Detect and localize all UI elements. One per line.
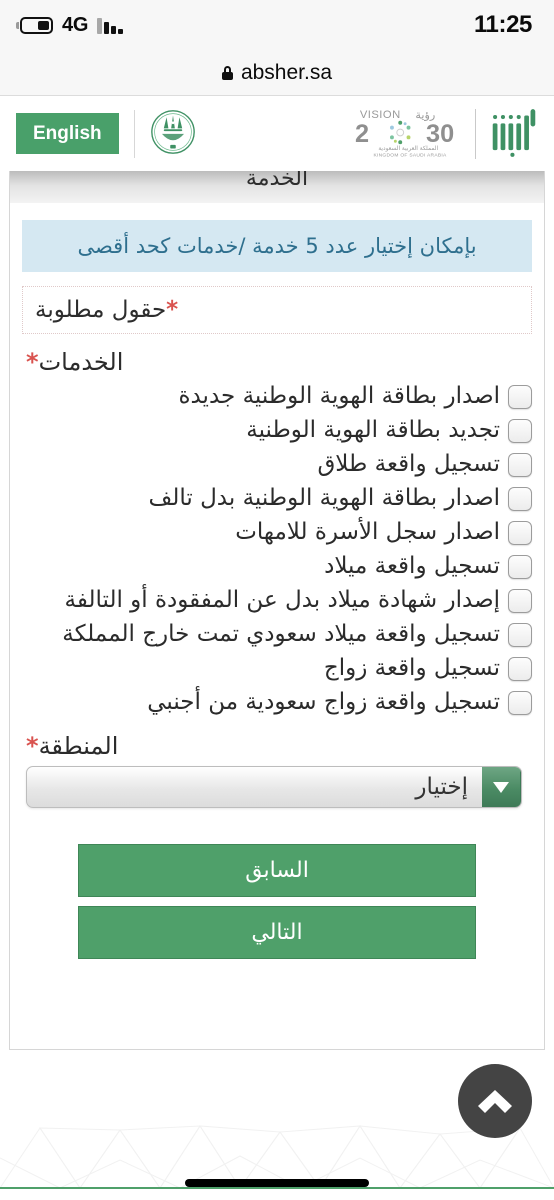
svg-text:30: 30 (426, 120, 454, 148)
step-title: الخدمة (245, 171, 309, 191)
bottom-accent-line (0, 1187, 554, 1189)
scroll-to-top-button[interactable] (458, 1064, 532, 1138)
list-item[interactable]: تسجيل واقعة ميلاد سعودي تمت خارج المملكة (26, 618, 532, 650)
list-item[interactable]: اصدار بطاقة الهوية الوطنية جديدة (26, 380, 532, 412)
service-checkbox[interactable] (508, 555, 532, 579)
url-text: absher.sa (240, 60, 333, 84)
list-item[interactable]: تسجيل واقعة طلاق (26, 448, 532, 480)
required-asterisk: * (166, 297, 179, 323)
svg-text:KINGDOM OF SAUDI ARABIA: KINGDOM OF SAUDI ARABIA (373, 152, 447, 158)
browser-url-bar[interactable]: absher.sa (0, 50, 554, 96)
lock-icon (221, 65, 233, 80)
battery-icon (16, 16, 53, 34)
service-checkbox[interactable] (508, 385, 532, 409)
service-label: اصدار بطاقة الهوية الوطنية جديدة (178, 383, 500, 409)
service-label: اصدار بطاقة الهوية الوطنية بدل تالف (148, 485, 500, 511)
service-label: إصدار شهادة ميلاد بدل عن المفقودة أو الت… (64, 587, 500, 613)
list-item[interactable]: تجديد بطاقة الهوية الوطنية (26, 414, 532, 446)
service-label: تسجيل واقعة زواج (323, 655, 500, 681)
list-item[interactable]: إصدار شهادة ميلاد بدل عن المفقودة أو الت… (26, 584, 532, 616)
form-action-buttons: السابق التالي (78, 844, 476, 959)
info-banner: بإمكان إختيار عدد 5 خدمة /خدمات كحد أقصى (22, 220, 532, 272)
region-selected-value: إختيار (415, 774, 468, 800)
step-header: الخدمة (10, 171, 544, 203)
form-inner: بإمكان إختيار عدد 5 خدمة /خدمات كحد أقصى… (10, 220, 544, 959)
service-label: تسجيل واقعة ميلاد سعودي تمت خارج المملكة (62, 621, 500, 647)
header-left-group: English (16, 109, 196, 159)
service-label: تسجيل واقعة طلاق (317, 451, 500, 477)
list-item[interactable]: تسجيل واقعة ميلاد (26, 550, 532, 582)
signal-bars-icon (97, 17, 124, 34)
service-checkbox[interactable] (508, 589, 532, 613)
svg-text:المملكة العربية السعودية: المملكة العربية السعودية (378, 145, 438, 152)
list-item[interactable]: اصدار بطاقة الهوية الوطنية بدل تالف (26, 482, 532, 514)
status-bar-left-group: 4G (16, 13, 124, 37)
region-field-label: المنطقة* (22, 732, 532, 760)
region-select[interactable]: إختيار (26, 766, 522, 808)
chevron-down-icon[interactable] (482, 767, 521, 807)
services-field-label: الخدمات* (22, 348, 532, 376)
service-checkbox[interactable] (508, 487, 532, 511)
service-checkbox[interactable] (508, 657, 532, 681)
service-checkbox[interactable] (508, 521, 532, 545)
svg-text:2: 2 (355, 120, 369, 148)
required-fields-label: حقول مطلوبة (35, 297, 167, 323)
service-checkbox[interactable] (508, 419, 532, 443)
service-checkbox[interactable] (508, 453, 532, 477)
svg-text:VISION: VISION (360, 108, 401, 120)
phone-status-bar: 4G 11:25 (0, 0, 554, 50)
service-label: تجديد بطاقة الهوية الوطنية (246, 417, 500, 443)
home-indicator (185, 1179, 369, 1187)
page-background: الخدمة بإمكان إختيار عدد 5 خدمة /خدمات ك… (0, 171, 554, 1200)
region-required-asterisk: * (26, 732, 39, 760)
service-form-card: الخدمة بإمكان إختيار عدد 5 خدمة /خدمات ك… (9, 171, 545, 1050)
service-checkbox[interactable] (508, 623, 532, 647)
language-toggle-button[interactable]: English (16, 113, 119, 154)
absher-logo (486, 106, 542, 162)
chevron-up-icon (478, 1090, 512, 1113)
network-type-label: 4G (62, 13, 89, 36)
status-bar-clock: 11:25 (473, 11, 532, 38)
header-divider (133, 109, 135, 158)
list-item[interactable]: تسجيل واقعة زواج (26, 652, 532, 684)
region-label-text: المنطقة (38, 732, 119, 760)
service-label: تسجيل واقعة زواج سعودية من أجنبي (147, 689, 500, 715)
next-button[interactable]: التالي (78, 906, 476, 959)
ministry-of-interior-emblem (150, 109, 196, 159)
services-label-text: الخدمات (38, 348, 124, 376)
services-required-asterisk: * (26, 348, 39, 376)
services-checkbox-list: اصدار بطاقة الهوية الوطنية جديدة تجديد ب… (22, 380, 532, 718)
list-item[interactable]: اصدار سجل الأسرة للامهات (26, 516, 532, 548)
logo-divider (475, 108, 476, 159)
header-right-group: VISION رؤية 2 30 المملكة العربية السعودي… (353, 105, 542, 163)
list-item[interactable]: تسجيل واقعة زواج سعودية من أجنبي (26, 686, 532, 718)
site-header: English VISION رؤية 2 30 المملكة العربية… (0, 96, 554, 172)
required-fields-note: *حقول مطلوبة (22, 286, 532, 334)
service-checkbox[interactable] (508, 691, 532, 715)
previous-button[interactable]: السابق (78, 844, 476, 897)
service-label: تسجيل واقعة ميلاد (324, 553, 500, 579)
service-label: اصدار سجل الأسرة للامهات (235, 519, 500, 545)
vision-2030-logo: VISION رؤية 2 30 المملكة العربية السعودي… (353, 105, 465, 163)
